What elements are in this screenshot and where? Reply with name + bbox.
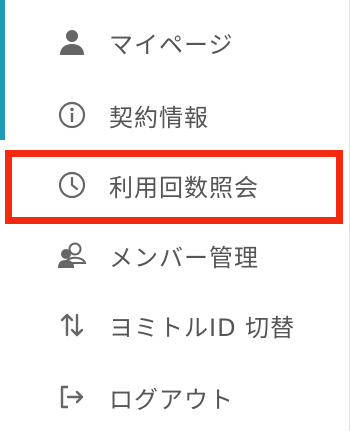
menu-item-switch-id[interactable]: ヨミトルID 切替 [12, 300, 334, 350]
user-icon [57, 27, 87, 57]
menu-item-label: 契約情報 [109, 103, 209, 132]
info-icon [57, 100, 87, 130]
members-icon [57, 240, 87, 270]
menu-item-label: ヨミトルID 切替 [109, 313, 296, 342]
menu-item-label: マイページ [109, 30, 234, 59]
menu-item-contract-info[interactable]: 契約情報 [12, 90, 334, 140]
switch-arrows-icon [57, 310, 87, 340]
menu-item-label: ログアウト [109, 385, 234, 414]
highlight-box [5, 150, 343, 224]
menu-item-member-management[interactable]: メンバー管理 [12, 230, 334, 280]
menu-item-logout[interactable]: ログアウト [12, 372, 334, 422]
logout-icon [57, 382, 87, 412]
menu-item-mypage[interactable]: マイページ [12, 17, 334, 67]
menu-item-label: メンバー管理 [109, 243, 259, 272]
account-menu-page: マイページ 契約情報 利用回数照会 メンバー管理 ヨミトルID 切替 ログアウト [0, 0, 350, 431]
